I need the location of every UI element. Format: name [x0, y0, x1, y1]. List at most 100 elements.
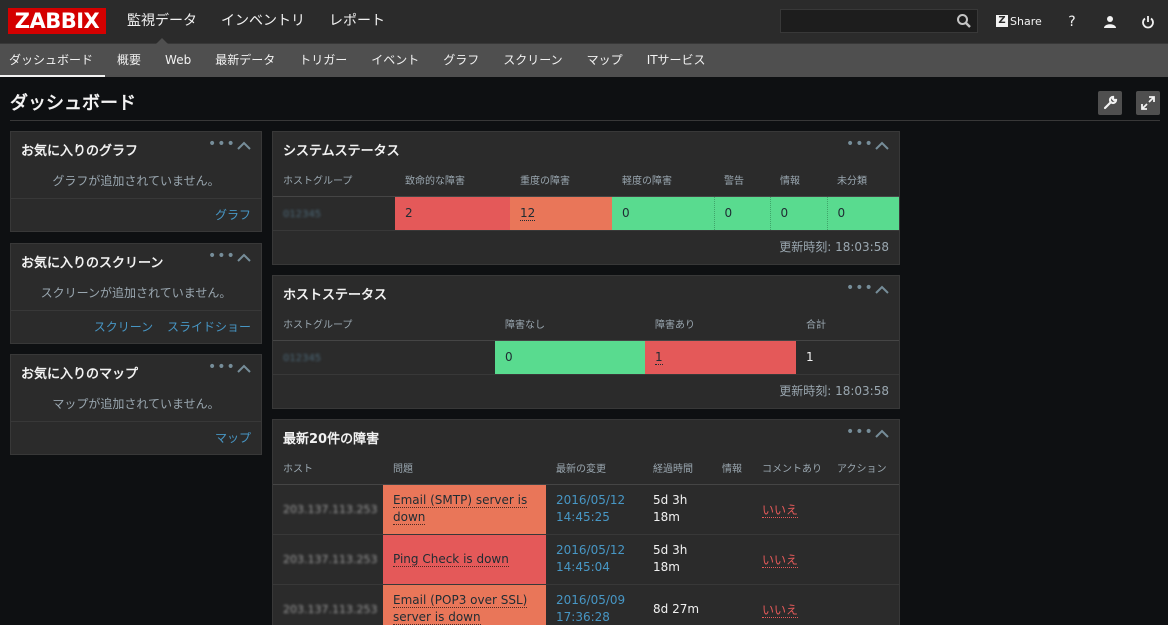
- edit-dashboard-button[interactable]: [1098, 91, 1122, 115]
- host-group-cell[interactable]: 012345: [273, 340, 495, 375]
- widget-footer: グラフ: [11, 198, 261, 232]
- zabbix-logo[interactable]: ZABBIX: [8, 8, 106, 34]
- empty-message: スクリーンが追加されていません。: [40, 286, 232, 300]
- issue-text[interactable]: Ping Check is down: [393, 551, 509, 567]
- info-cell: [712, 584, 752, 625]
- last-change-cell[interactable]: 2016/05/09 17:36:28: [546, 584, 643, 625]
- more-dots-icon[interactable]: •••: [208, 359, 236, 375]
- share-button[interactable]: Z Share: [996, 12, 1042, 30]
- host-name[interactable]: 203.137.113.253: [283, 503, 377, 516]
- info-count-cell: 0: [770, 196, 828, 231]
- ack-link[interactable]: いいえ: [762, 502, 799, 518]
- table-header-row: ホストグループ 障害なし 障害あり 合計: [273, 308, 899, 341]
- sub-nav-it-services[interactable]: ITサービス: [635, 44, 718, 77]
- search-icon[interactable]: [956, 13, 972, 29]
- with-problems-count[interactable]: 1: [655, 350, 663, 365]
- more-dots-icon[interactable]: •••: [846, 280, 874, 296]
- widget-header: お気に入りのスクリーン •••: [11, 244, 261, 276]
- more-dots-icon[interactable]: •••: [846, 424, 874, 440]
- help-icon[interactable]: ?: [1062, 12, 1082, 32]
- sub-nav-dashboard[interactable]: ダッシュボード: [0, 44, 106, 77]
- sub-nav-maps[interactable]: マップ: [575, 44, 635, 77]
- main-nav-inventory[interactable]: インベントリ: [209, 0, 317, 44]
- host-group-name[interactable]: 012345: [283, 353, 321, 364]
- more-dots-icon[interactable]: •••: [846, 136, 874, 152]
- sub-nav-events[interactable]: イベント: [359, 44, 431, 77]
- sub-nav-latest-data[interactable]: 最新データ: [203, 44, 287, 77]
- chevron-up-icon[interactable]: [237, 141, 251, 151]
- high-count[interactable]: 12: [520, 206, 536, 221]
- issue-cell[interactable]: Email (POP3 over SSL) server is down: [383, 584, 546, 625]
- last-change-date[interactable]: 2016/05/12: [556, 543, 625, 557]
- last-change-date[interactable]: 2016/05/09: [556, 593, 625, 607]
- more-dots-icon[interactable]: •••: [208, 248, 236, 264]
- age-cell: 5d 3h 18m: [643, 534, 712, 585]
- widget-header: お気に入りのグラフ •••: [11, 132, 261, 164]
- top-bar: ZABBIX 監視データ インベントリ レポート Z Share ?: [0, 0, 1168, 45]
- with-problems-cell[interactable]: 1: [645, 340, 796, 375]
- sub-nav-screens[interactable]: スクリーン: [491, 44, 574, 77]
- disaster-count-cell[interactable]: 2: [395, 196, 510, 231]
- host-name[interactable]: 203.137.113.253: [283, 603, 377, 616]
- last-change-date[interactable]: 2016/05/12: [556, 493, 625, 507]
- last-change-time[interactable]: 17:36:28: [556, 610, 610, 624]
- without-problems-cell: 0: [495, 340, 645, 375]
- graphs-link[interactable]: グラフ: [215, 208, 251, 222]
- host-cell[interactable]: 203.137.113.253: [273, 534, 383, 585]
- power-icon[interactable]: [1138, 12, 1158, 32]
- chevron-up-icon[interactable]: [875, 141, 889, 151]
- last-change-cell[interactable]: 2016/05/12 14:45:04: [546, 534, 643, 585]
- updated-time: 更新時刻: 18:03:58: [779, 383, 889, 398]
- age-cell: 5d 3h 18m: [643, 484, 712, 535]
- favourite-maps-widget: お気に入りのマップ ••• マップが追加されていません。 マップ: [10, 354, 262, 455]
- high-count-cell[interactable]: 12: [510, 196, 612, 231]
- ack-cell[interactable]: いいえ: [752, 484, 827, 535]
- sub-nav-web[interactable]: Web: [153, 44, 203, 77]
- last-change-time[interactable]: 14:45:25: [556, 510, 610, 524]
- host-group-cell[interactable]: 012345: [273, 196, 395, 231]
- info-count: 0: [780, 206, 789, 220]
- last-change-time[interactable]: 14:45:04: [556, 560, 610, 574]
- col-info: 情報: [712, 452, 752, 485]
- chevron-up-icon[interactable]: [875, 285, 889, 295]
- sub-nav-graphs[interactable]: グラフ: [431, 44, 491, 77]
- ack-link[interactable]: いいえ: [762, 552, 799, 568]
- screens-link[interactable]: スクリーン: [94, 320, 153, 334]
- age-text-2: 18m: [653, 560, 680, 574]
- ack-link[interactable]: いいえ: [762, 602, 799, 618]
- user-icon[interactable]: [1100, 12, 1120, 32]
- age-cell: 8d 27m: [643, 584, 712, 625]
- host-cell[interactable]: 203.137.113.253: [273, 584, 383, 625]
- main-nav-monitoring[interactable]: 監視データ: [115, 0, 209, 45]
- chevron-up-icon[interactable]: [237, 253, 251, 263]
- issue-cell[interactable]: Ping Check is down: [383, 534, 546, 585]
- widget-header: お気に入りのマップ •••: [11, 355, 261, 387]
- host-group-name[interactable]: 012345: [283, 209, 321, 220]
- ack-cell[interactable]: いいえ: [752, 534, 827, 585]
- last-change-cell[interactable]: 2016/05/12 14:45:25: [546, 484, 643, 535]
- sub-nav-triggers[interactable]: トリガー: [287, 44, 359, 77]
- host-status-table: ホストグループ 障害なし 障害あり 合計 012345 0 1 1: [273, 308, 899, 375]
- sub-nav-overview[interactable]: 概要: [105, 44, 153, 77]
- more-dots-icon[interactable]: •••: [208, 136, 236, 152]
- host-cell[interactable]: 203.137.113.253: [273, 484, 383, 535]
- ack-cell[interactable]: いいえ: [752, 584, 827, 625]
- host-name[interactable]: 203.137.113.253: [283, 553, 377, 566]
- average-count: 0: [622, 206, 630, 220]
- maps-link[interactable]: マップ: [215, 431, 251, 445]
- slideshows-link[interactable]: スライドショー: [167, 320, 251, 334]
- issue-text-2[interactable]: down: [393, 510, 426, 525]
- issue-text[interactable]: Email (SMTP) server is: [393, 493, 528, 508]
- chevron-up-icon[interactable]: [237, 364, 251, 374]
- table-header-row: ホストグループ 致命的な障害 重度の障害 軽度の障害 警告 情報 未分類: [273, 164, 899, 197]
- main-nav-reports[interactable]: レポート: [317, 0, 397, 44]
- widget-title: お気に入りのマップ: [21, 367, 139, 382]
- chevron-up-icon[interactable]: [875, 429, 889, 439]
- issue-text-2[interactable]: server is down: [393, 610, 481, 625]
- fullscreen-button[interactable]: [1136, 91, 1160, 115]
- without-problems-count: 0: [505, 350, 513, 364]
- issue-cell[interactable]: Email (SMTP) server is down: [383, 484, 546, 535]
- search-input[interactable]: [781, 10, 951, 32]
- issue-text[interactable]: Email (POP3 over SSL): [393, 593, 528, 608]
- warning-count: 0: [724, 206, 733, 220]
